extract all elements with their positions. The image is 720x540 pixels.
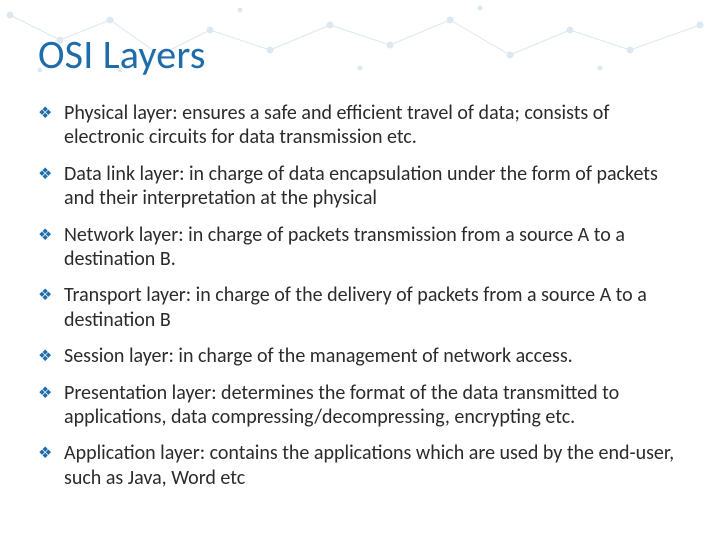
diamond-bullet-icon: ❖ <box>38 101 64 124</box>
bullet-text: Session layer: in charge of the manageme… <box>64 344 682 368</box>
diamond-bullet-icon: ❖ <box>38 344 64 367</box>
bullet-text: Physical layer: ensures a safe and effic… <box>64 101 682 150</box>
bullet-text: Network layer: in charge of packets tran… <box>64 223 682 272</box>
diamond-bullet-icon: ❖ <box>38 162 64 185</box>
bullet-text: Data link layer: in charge of data encap… <box>64 162 682 211</box>
diamond-bullet-icon: ❖ <box>38 441 64 464</box>
list-item: ❖ Application layer: contains the applic… <box>38 441 682 490</box>
bullet-text: Application layer: contains the applicat… <box>64 441 682 490</box>
list-item: ❖ Transport layer: in charge of the deli… <box>38 283 682 332</box>
bullet-list: ❖ Physical layer: ensures a safe and eff… <box>38 101 682 490</box>
list-item: ❖ Network layer: in charge of packets tr… <box>38 223 682 272</box>
slide-content: OSI Layers ❖ Physical layer: ensures a s… <box>0 0 720 540</box>
bullet-text: Transport layer: in charge of the delive… <box>64 283 682 332</box>
list-item: ❖ Presentation layer: determines the for… <box>38 381 682 430</box>
list-item: ❖ Physical layer: ensures a safe and eff… <box>38 101 682 150</box>
diamond-bullet-icon: ❖ <box>38 283 64 306</box>
slide-title: OSI Layers <box>38 30 682 79</box>
diamond-bullet-icon: ❖ <box>38 223 64 246</box>
list-item: ❖ Session layer: in charge of the manage… <box>38 344 682 368</box>
bullet-text: Presentation layer: determines the forma… <box>64 381 682 430</box>
list-item: ❖ Data link layer: in charge of data enc… <box>38 162 682 211</box>
diamond-bullet-icon: ❖ <box>38 381 64 404</box>
